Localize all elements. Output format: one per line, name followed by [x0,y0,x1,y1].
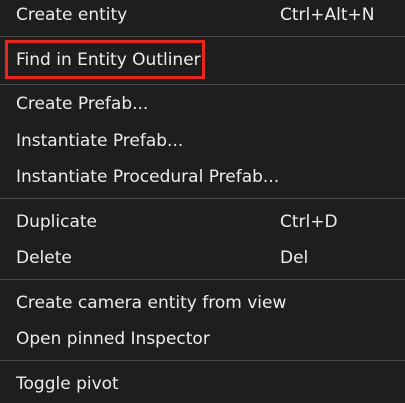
menu-item-shortcut: Ctrl+Alt+N [280,5,375,25]
menu-item-label: Create Prefab... [16,94,149,114]
context-menu: Create entity Ctrl+Alt+N Find in Entity … [0,0,405,403]
menu-item-duplicate[interactable]: Duplicate Ctrl+D [0,204,405,240]
menu-item-shortcut: Ctrl+D [280,212,338,232]
menu-item-delete[interactable]: Delete Del [0,240,405,276]
menu-item-label: Create camera entity from view [16,293,287,313]
menu-item-label: Open pinned Inspector [16,329,210,349]
menu-item-find-in-entity-outliner[interactable]: Find in Entity Outliner [0,42,405,78]
menu-separator [0,198,405,199]
menu-item-create-prefab[interactable]: Create Prefab... [0,86,405,122]
menu-separator [0,84,405,85]
menu-item-label: Toggle pivot [16,374,119,394]
menu-item-label: Instantiate Prefab... [16,131,184,151]
menu-item-create-entity[interactable]: Create entity Ctrl+Alt+N [0,0,405,33]
menu-item-label: Duplicate [16,212,97,232]
menu-separator [0,360,405,361]
menu-item-label: Delete [16,248,72,268]
menu-item-toggle-pivot[interactable]: Toggle pivot [0,366,405,402]
menu-item-shortcut: Del [280,248,309,268]
menu-item-instantiate-procedural-prefab[interactable]: Instantiate Procedural Prefab... [0,159,405,195]
menu-item-instantiate-prefab[interactable]: Instantiate Prefab... [0,123,405,159]
menu-item-open-pinned-inspector[interactable]: Open pinned Inspector [0,321,405,357]
menu-item-create-camera-entity-from-view[interactable]: Create camera entity from view [0,285,405,321]
menu-separator [0,279,405,280]
menu-item-label: Create entity [16,5,128,25]
menu-separator [0,36,405,37]
menu-item-label: Find in Entity Outliner [16,50,201,70]
menu-item-label: Instantiate Procedural Prefab... [16,167,280,187]
